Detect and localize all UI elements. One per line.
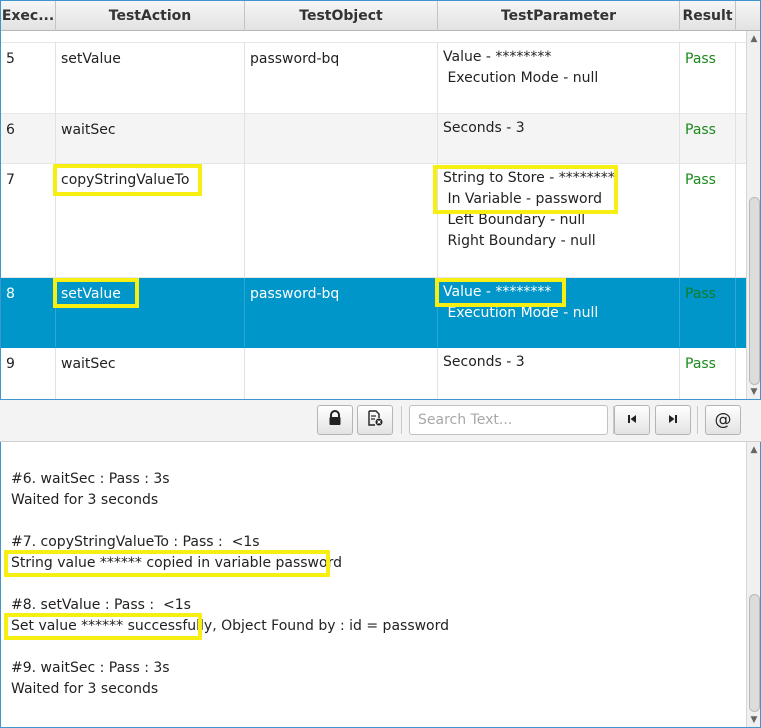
- console-log[interactable]: #6. waitSec : Pass : 3s Waited for 3 sec…: [0, 442, 761, 728]
- test-parameter: Seconds - 3: [443, 354, 525, 370]
- console-toolbar: @: [0, 400, 761, 442]
- log-line: #9. waitSec : Pass : 3s: [11, 660, 170, 676]
- exec-number: 9: [6, 356, 15, 372]
- exec-number: 6: [6, 122, 15, 138]
- test-parameter: Right Boundary - null: [443, 233, 596, 249]
- search-input[interactable]: [409, 405, 608, 435]
- log-line: Waited for 3 seconds: [11, 681, 159, 697]
- test-steps-table[interactable]: Exec... TestAction TestObject TestParame…: [0, 0, 761, 400]
- highlight-box: [53, 278, 139, 308]
- test-parameter: Execution Mode - null: [443, 70, 599, 86]
- test-action: waitSec: [61, 122, 116, 138]
- test-parameter: Value - ********: [443, 49, 552, 65]
- table-row[interactable]: 5 setValue password-bq Value - ******** …: [1, 43, 746, 114]
- scroll-down-icon[interactable]: ▼: [747, 386, 760, 398]
- exec-number: 8: [6, 286, 15, 302]
- skip-previous-icon: [627, 412, 637, 428]
- highlight-box: [433, 165, 618, 214]
- table-scrollbar[interactable]: ▲ ▼: [746, 31, 760, 399]
- result-pass: Pass: [685, 286, 716, 302]
- toolbar-separator: [401, 406, 402, 434]
- table-row[interactable]: 6 waitSec Seconds - 3 Pass: [1, 114, 746, 164]
- skip-next-icon: [668, 412, 678, 428]
- table-row-partial[interactable]: [1, 31, 746, 43]
- at-button[interactable]: @: [705, 405, 741, 435]
- lock-button[interactable]: [317, 405, 353, 435]
- scroll-up-icon[interactable]: ▲: [747, 444, 760, 456]
- previous-match-button[interactable]: [614, 405, 650, 435]
- column-header-result[interactable]: Result: [680, 1, 736, 31]
- log-line: Waited for 3 seconds: [11, 492, 159, 508]
- console-scrollbar[interactable]: ▲ ▼: [746, 442, 760, 727]
- highlight-box: [435, 278, 566, 307]
- highlight-box: [4, 550, 330, 577]
- result-pass: Pass: [685, 356, 716, 372]
- test-action: setValue: [61, 51, 121, 67]
- column-header-testparameter[interactable]: TestParameter: [438, 1, 680, 31]
- scrollbar-thumb[interactable]: [749, 197, 760, 385]
- next-match-button[interactable]: [655, 405, 691, 435]
- exec-number: 5: [6, 51, 15, 67]
- highlight-box: [53, 164, 202, 196]
- column-header-testaction[interactable]: TestAction: [56, 1, 245, 31]
- column-header-exec[interactable]: Exec...: [1, 1, 56, 31]
- exec-number: 7: [6, 172, 15, 188]
- test-action: waitSec: [61, 356, 116, 372]
- scroll-up-icon[interactable]: ▲: [747, 33, 760, 45]
- result-pass: Pass: [685, 122, 716, 138]
- result-pass: Pass: [685, 172, 716, 188]
- clear-log-button[interactable]: [357, 405, 393, 435]
- clipped-previous-line: [151, 442, 361, 444]
- test-object: password-bq: [250, 286, 340, 302]
- highlight-box: [4, 613, 202, 640]
- scrollbar-thumb[interactable]: [749, 594, 760, 712]
- result-pass: Pass: [685, 51, 716, 67]
- test-object: password-bq: [250, 51, 340, 67]
- header-corner: [746, 1, 760, 31]
- log-line: #6. waitSec : Pass : 3s: [11, 471, 170, 487]
- table-header: Exec... TestAction TestObject TestParame…: [1, 1, 746, 31]
- scroll-down-icon[interactable]: ▼: [747, 714, 760, 726]
- toolbar-separator: [697, 406, 698, 434]
- lock-icon: [328, 410, 342, 430]
- column-header-testobject[interactable]: TestObject: [245, 1, 438, 31]
- table-row[interactable]: 9 waitSec Seconds - 3 Pass: [1, 348, 746, 399]
- test-parameter: Seconds - 3: [443, 120, 525, 136]
- clear-log-icon: [367, 410, 383, 430]
